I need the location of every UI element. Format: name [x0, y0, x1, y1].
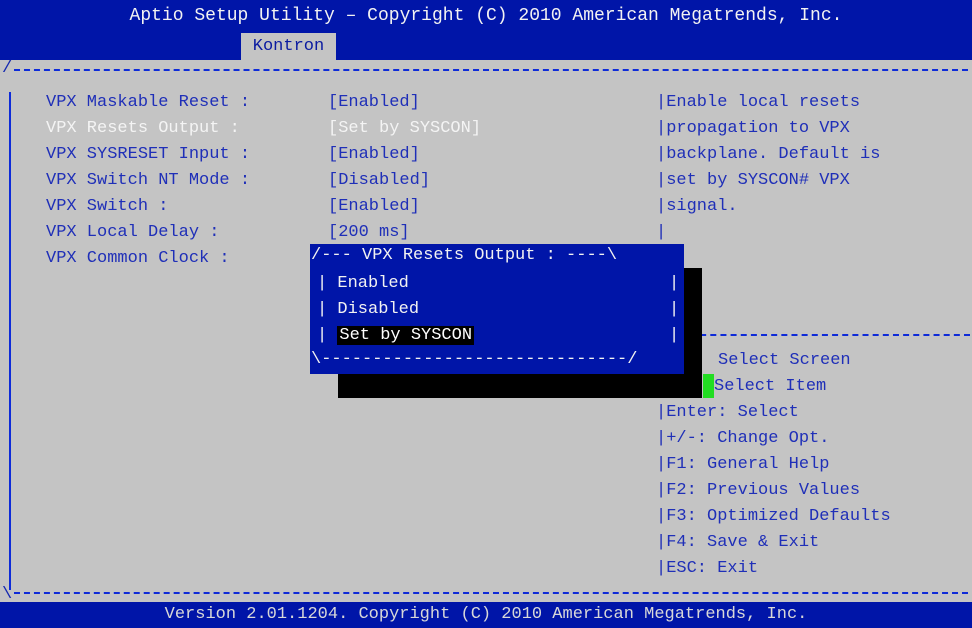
key-help-select-item: Select Item	[714, 377, 827, 396]
popup-option-enabled[interactable]: | Enabled	[317, 271, 409, 297]
menu-item-vpx-resets-output[interactable]: VPX Resets Output :	[46, 116, 240, 142]
popup-option-selected[interactable]: Set by SYSCON	[337, 326, 475, 345]
bios-setup-screen: Aptio Setup Utility – Copyright (C) 2010…	[0, 0, 972, 628]
frame-top-divider	[14, 69, 968, 71]
menu-item-vpx-switch-nt-mode[interactable]: VPX Switch NT Mode :	[46, 168, 250, 194]
key-help-enter: |Enter: Select	[656, 403, 799, 422]
help-line: |signal.	[656, 197, 738, 216]
key-help-select-screen: Select Screen	[718, 351, 851, 370]
key-help-esc: |ESC: Exit	[656, 559, 759, 578]
popup-bottom-border: \------------------------------/	[311, 350, 638, 369]
help-line: |set by SYSCON# VPX	[656, 171, 850, 190]
help-line: |Enable local resets	[656, 93, 861, 112]
key-help-f4: |F4: Save & Exit	[656, 533, 820, 552]
menu-value-vpx-switch-nt-mode[interactable]: [Disabled]	[328, 168, 430, 194]
menu-item-vpx-maskable-reset[interactable]: VPX Maskable Reset :	[46, 90, 250, 116]
help-line: |backplane. Default is	[656, 145, 881, 164]
menu-value-vpx-switch[interactable]: [Enabled]	[328, 194, 420, 220]
frame-corner-top-left: /	[2, 59, 13, 78]
key-help-f2: |F2: Previous Values	[656, 481, 861, 500]
popup-vpx-resets-output: /--- VPX Resets Output : ----\ | Enabled…	[310, 244, 684, 374]
menu-item-vpx-switch[interactable]: VPX Switch :	[46, 194, 168, 220]
menu-item-vpx-local-delay[interactable]: VPX Local Delay :	[46, 220, 219, 246]
help-keys-divider	[690, 334, 970, 336]
menu-item-vpx-sysreset-input[interactable]: VPX SYSRESET Input :	[46, 142, 250, 168]
menu-value-vpx-maskable-reset[interactable]: [Enabled]	[328, 90, 420, 116]
popup-border-right: |	[669, 274, 680, 293]
help-separator: |	[656, 223, 667, 242]
menu-value-vpx-resets-output[interactable]: [Set by SYSCON]	[328, 116, 481, 142]
popup-option-disabled[interactable]: | Disabled	[317, 297, 419, 323]
footer-version: Version 2.01.1204. Copyright (C) 2010 Am…	[164, 605, 808, 624]
popup-border-right: |	[669, 300, 680, 319]
popup-option-set-by-syscon[interactable]: | Set by SYSCON	[317, 323, 475, 349]
key-help-f3: |F3: Optimized Defaults	[656, 507, 891, 526]
help-line: |propagation to VPX	[656, 119, 850, 138]
menu-value-vpx-sysreset-input[interactable]: [Enabled]	[328, 142, 420, 168]
frame-left-border	[9, 92, 11, 590]
highlight-cursor	[703, 374, 714, 398]
key-help-f1: |F1: General Help	[656, 455, 830, 474]
popup-border-right: |	[669, 326, 680, 345]
menu-item-vpx-common-clock[interactable]: VPX Common Clock :	[46, 246, 230, 272]
frame-bottom-divider	[14, 592, 968, 594]
tab-kontron[interactable]: Kontron	[241, 33, 336, 60]
popup-title: /--- VPX Resets Output : ----\	[311, 246, 618, 265]
app-title: Aptio Setup Utility – Copyright (C) 2010…	[129, 6, 843, 26]
key-help-change-opt: |+/-: Change Opt.	[656, 429, 830, 448]
